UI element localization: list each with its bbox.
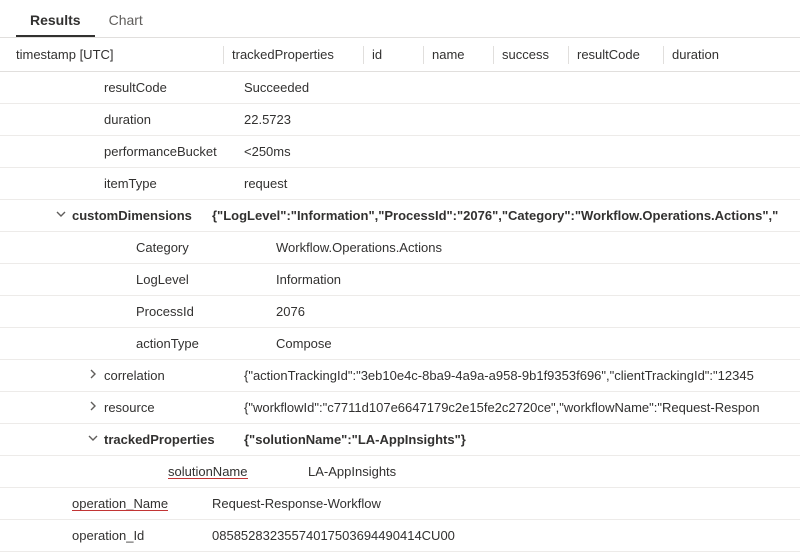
row-value: Request-Response-Workflow: [212, 496, 800, 511]
row-value: Information: [276, 272, 800, 287]
row-resource[interactable]: resource {"workflowId":"c7711d107e664717…: [0, 392, 800, 424]
result-tabs: Results Chart: [0, 0, 800, 38]
col-id[interactable]: id: [364, 46, 424, 64]
row-value: 08585283235574017503694490414CU00: [212, 528, 800, 543]
row-itemType[interactable]: itemType request: [0, 168, 800, 200]
row-actionType[interactable]: actionType Compose: [0, 328, 800, 360]
highlight-underline: operation_Name: [72, 496, 168, 511]
row-logLevel[interactable]: LogLevel Information: [0, 264, 800, 296]
row-value: LA-AppInsights: [308, 464, 800, 479]
row-key: performanceBucket: [104, 144, 244, 159]
row-operationId[interactable]: operation_Id 085852832355740175036944904…: [0, 520, 800, 552]
col-duration[interactable]: duration: [664, 46, 744, 64]
row-value: <250ms: [244, 144, 800, 159]
chevron-right-icon[interactable]: [82, 401, 104, 414]
row-value: 2076: [276, 304, 800, 319]
chevron-right-icon[interactable]: [82, 369, 104, 382]
row-key: Category: [136, 240, 276, 255]
row-value: Compose: [276, 336, 800, 351]
chevron-down-icon[interactable]: [50, 209, 72, 222]
row-key: resultCode: [104, 80, 244, 95]
row-performanceBucket[interactable]: performanceBucket <250ms: [0, 136, 800, 168]
col-success[interactable]: success: [494, 46, 569, 64]
col-trackedProperties[interactable]: trackedProperties: [224, 46, 364, 64]
row-key: solutionName: [168, 464, 308, 479]
row-customDimensions[interactable]: customDimensions {"LogLevel":"Informatio…: [0, 200, 800, 232]
row-value: {"LogLevel":"Information","ProcessId":"2…: [212, 208, 800, 223]
tab-results[interactable]: Results: [16, 4, 95, 37]
col-timestamp[interactable]: timestamp [UTC]: [14, 46, 224, 64]
col-resultCode[interactable]: resultCode: [569, 46, 664, 64]
row-value: Succeeded: [244, 80, 800, 95]
col-name[interactable]: name: [424, 46, 494, 64]
row-key: ProcessId: [136, 304, 276, 319]
row-key: correlation: [104, 368, 244, 383]
result-rows: resultCode Succeeded duration 22.5723 pe…: [0, 72, 800, 552]
row-key: operation_Name: [72, 496, 212, 511]
row-key: resource: [104, 400, 244, 415]
row-duration[interactable]: duration 22.5723: [0, 104, 800, 136]
column-headers: timestamp [UTC] trackedProperties id nam…: [0, 38, 800, 72]
row-trackedProperties[interactable]: trackedProperties {"solutionName":"LA-Ap…: [0, 424, 800, 456]
chevron-down-icon[interactable]: [82, 433, 104, 446]
row-processId[interactable]: ProcessId 2076: [0, 296, 800, 328]
row-correlation[interactable]: correlation {"actionTrackingId":"3eb10e4…: [0, 360, 800, 392]
row-value: {"workflowId":"c7711d107e6647179c2e15fe2…: [244, 400, 800, 415]
row-key: LogLevel: [136, 272, 276, 287]
row-key: customDimensions: [72, 208, 212, 223]
row-category[interactable]: Category Workflow.Operations.Actions: [0, 232, 800, 264]
row-solutionName[interactable]: solutionName LA-AppInsights: [0, 456, 800, 488]
row-resultCode[interactable]: resultCode Succeeded: [0, 72, 800, 104]
tab-chart[interactable]: Chart: [95, 4, 157, 37]
row-value: {"actionTrackingId":"3eb10e4c-8ba9-4a9a-…: [244, 368, 800, 383]
row-key: trackedProperties: [104, 432, 244, 447]
highlight-underline: solutionName: [168, 464, 248, 479]
row-key: actionType: [136, 336, 276, 351]
row-value: {"solutionName":"LA-AppInsights"}: [244, 432, 800, 447]
row-key: duration: [104, 112, 244, 127]
row-value: Workflow.Operations.Actions: [276, 240, 800, 255]
row-value: 22.5723: [244, 112, 800, 127]
row-operationName[interactable]: operation_Name Request-Response-Workflow: [0, 488, 800, 520]
row-key: itemType: [104, 176, 244, 191]
row-value: request: [244, 176, 800, 191]
row-key: operation_Id: [72, 528, 212, 543]
